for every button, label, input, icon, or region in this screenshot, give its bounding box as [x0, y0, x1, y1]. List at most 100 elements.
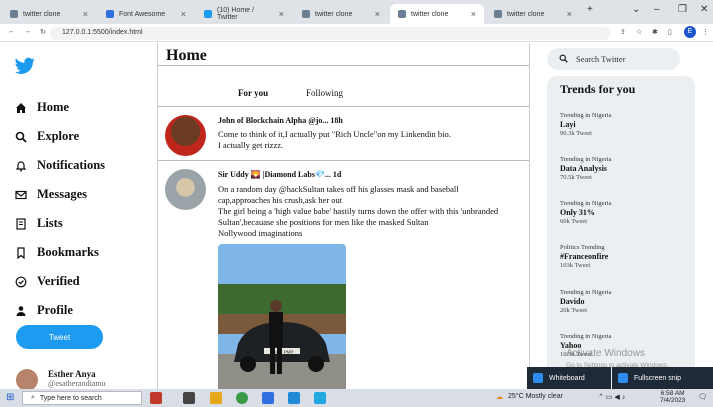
home-icon [15, 102, 27, 114]
file-explorer-icon[interactable] [210, 392, 222, 404]
tab-favicon-icon [398, 10, 406, 18]
sidebar-item-notifications[interactable]: Notifications [15, 158, 105, 173]
windows-start-icon[interactable]: ⊞ [6, 392, 14, 403]
left-sidebar: Home Explore Notifications Messages List… [0, 43, 158, 391]
flag-icon [106, 10, 114, 18]
star-icon[interactable]: ☆ [636, 28, 642, 36]
tweet-button[interactable]: Tweet [16, 325, 103, 349]
avatar [165, 115, 206, 156]
browser-tab[interactable]: (10) Home / Twitter × [196, 4, 292, 24]
activate-windows-watermark: Activate Windows [566, 348, 645, 359]
task-view-icon[interactable] [183, 392, 195, 404]
tab-for-you[interactable]: For you [238, 88, 268, 98]
extensions-icon[interactable]: ✱ [652, 28, 658, 36]
whiteboard-icon [533, 373, 543, 383]
user-icon [15, 305, 27, 317]
maximize-button[interactable]: ❐ [678, 4, 687, 15]
trend-item[interactable]: Trending in Nigeria Layi 90.3k Tweet [560, 112, 685, 137]
back-icon[interactable]: ← [8, 28, 15, 35]
search-input[interactable]: Search Twitter [547, 48, 680, 70]
chrome-icon[interactable] [236, 392, 248, 404]
list-icon [15, 217, 27, 230]
trend-item[interactable]: Politics Trending #Franceonfire 103k Tweet [560, 244, 685, 269]
check-circle-icon [15, 276, 27, 288]
user-name: Esther Anya [48, 369, 96, 379]
chevron-down-icon[interactable]: ⌄ [632, 4, 640, 15]
system-tray-icons[interactable]: ⌃ ▭ ◀ ♪ [598, 393, 625, 401]
sidebar-item-profile[interactable]: Profile [15, 303, 73, 318]
url-field[interactable]: 127.0.0.1:5500/index.html [50, 27, 610, 40]
tab-favicon-icon [302, 10, 310, 18]
trend-item[interactable]: Trending in Nigeria Data Analysis 70.5k Tw… [560, 156, 685, 181]
browser-tab[interactable]: twitter clone × [294, 4, 388, 24]
minimize-button[interactable]: – [654, 4, 660, 15]
trend-item[interactable]: Trending in Nigeria Davido 20k Tweet [560, 289, 685, 314]
tweet-author[interactable]: Sir Uddy 🌄 |Diamond Labs💎... 1d [218, 170, 341, 179]
sidebar-item-home[interactable]: Home [15, 100, 69, 115]
browser-tab[interactable]: Font Awesome × [98, 4, 194, 24]
close-window-button[interactable]: ✕ [700, 4, 708, 15]
tweet-text: On a random day @hackSultan takes off hi… [218, 184, 499, 238]
tab-favicon-icon [494, 10, 502, 18]
weather-text[interactable]: 25°C Mostly clear [508, 393, 563, 400]
user-handle: @esatherandiamu [48, 379, 106, 388]
tweet-author[interactable]: John of Blockchain Alpha @jo... 18h [218, 116, 343, 125]
tab-following[interactable]: Following [306, 88, 343, 98]
car-photo: SAPE PMP [218, 244, 346, 389]
mail-icon[interactable] [288, 392, 300, 404]
close-tab-icon[interactable]: × [279, 9, 284, 19]
search-icon [559, 54, 568, 65]
bookmark-icon [15, 246, 27, 259]
store-icon[interactable] [262, 392, 274, 404]
news-icon[interactable] [150, 392, 162, 404]
trend-item[interactable]: Trending in Nigeria Only 31% 60k Tweet [560, 200, 685, 225]
sidebar-item-explore[interactable]: Explore [15, 129, 79, 144]
new-tab-button[interactable]: + [587, 4, 593, 15]
twitter-clone-app: Home Explore Notifications Messages List… [0, 43, 713, 391]
sidebar-icon[interactable]: ▯ [668, 28, 672, 36]
sidebar-item-bookmarks[interactable]: Bookmarks [15, 245, 99, 260]
avatar [165, 169, 206, 210]
divider [158, 65, 529, 66]
clock[interactable]: 6:58 AM 7/4/2023 [660, 390, 685, 404]
search-icon: ⌕ [31, 394, 35, 401]
profile-avatar[interactable]: E [684, 26, 696, 38]
tweet[interactable]: John of Blockchain Alpha @jo... 18h Come… [158, 107, 529, 160]
windows-taskbar: ⊞ ⌕ Type here to search ☁ 25°C Mostly cl… [0, 389, 713, 407]
more-menu-icon[interactable]: ⋮ [702, 28, 709, 36]
fullscreen-snip-toast[interactable]: Fullscreen snip [612, 367, 713, 389]
browser-tab[interactable]: twitter clone × [486, 4, 580, 24]
search-icon [15, 131, 27, 143]
right-sidebar: Search Twitter Trends for you Trending i… [531, 43, 713, 389]
notification-icon[interactable]: 🗨 [698, 393, 707, 401]
close-tab-icon[interactable]: × [83, 9, 88, 19]
sidebar-item-verified[interactable]: Verified [15, 274, 80, 289]
browser-tab-strip: twitter clone × Font Awesome × (10) Home /… [0, 0, 713, 24]
tweet-text: Come to think of it,I actually put "Rich… [218, 129, 451, 150]
reload-icon[interactable]: ↻ [40, 28, 46, 36]
close-tab-icon[interactable]: × [567, 9, 572, 19]
share-icon[interactable]: ⇪ [620, 28, 626, 36]
close-tab-icon[interactable]: × [181, 9, 186, 19]
snip-icon [618, 373, 628, 383]
current-user[interactable]: Esther Anya @esatherandiamu [16, 369, 106, 391]
browser-tab-active[interactable]: twitter clone × [390, 4, 484, 24]
twitter-favicon-icon [204, 10, 212, 18]
whiteboard-toast[interactable]: Whiteboard [527, 367, 611, 389]
trends-panel: Trends for you Trending in Nigeria Layi 90… [547, 76, 695, 389]
browser-tab[interactable]: twitter clone × [2, 4, 96, 24]
sidebar-item-messages[interactable]: Messages [15, 187, 87, 202]
home-feed: Home For you Following John of Blockchai… [157, 43, 530, 389]
bell-icon [15, 160, 27, 172]
tweet[interactable]: Sir Uddy 🌄 |Diamond Labs💎... 1d On a ran… [158, 161, 529, 389]
avatar [16, 369, 38, 391]
close-tab-icon[interactable]: × [471, 9, 476, 19]
close-tab-icon[interactable]: × [375, 9, 380, 19]
vscode-icon[interactable] [314, 392, 326, 404]
twitter-bird-icon[interactable] [15, 57, 35, 75]
sidebar-item-lists[interactable]: Lists [15, 216, 63, 231]
address-bar-row: ← → ↻ 127.0.0.1:5500/index.html ⇪ ☆ ✱ ▯ … [0, 24, 713, 42]
forward-icon[interactable]: → [24, 28, 31, 35]
tweet-image[interactable]: SAPE PMP [218, 244, 346, 389]
taskbar-search-input[interactable]: ⌕ Type here to search [22, 391, 142, 405]
